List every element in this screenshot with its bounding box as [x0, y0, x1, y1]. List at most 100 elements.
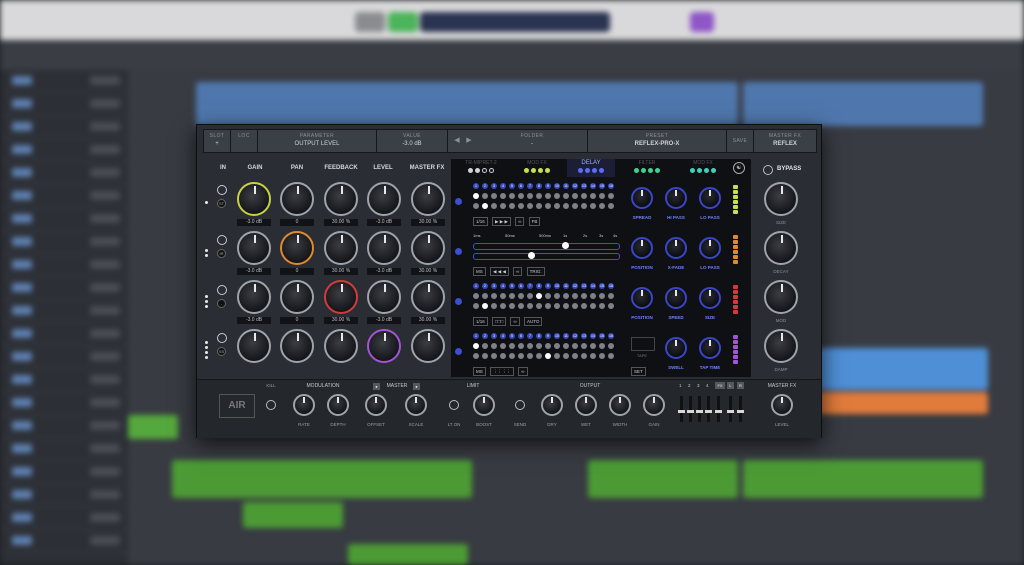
fx-tab-2[interactable]: MOD FX — [513, 159, 561, 177]
lane-3-select[interactable] — [455, 298, 462, 305]
step-button[interactable] — [590, 303, 596, 309]
fader-r[interactable] — [737, 396, 744, 422]
step-button[interactable] — [581, 343, 587, 349]
fx-button[interactable]: FX — [715, 382, 725, 389]
lane-2-time-slider-2[interactable] — [473, 252, 620, 260]
scale-knob[interactable] — [405, 394, 427, 416]
lane-4-taptime-knob[interactable] — [699, 337, 721, 359]
step-button[interactable] — [608, 193, 614, 199]
step-button[interactable] — [509, 353, 515, 359]
step-button[interactable] — [473, 293, 479, 299]
step-button[interactable] — [590, 343, 596, 349]
slot-field[interactable]: SLOT + — [204, 130, 231, 152]
level-knob-1[interactable] — [367, 182, 401, 216]
step-button[interactable] — [491, 203, 497, 209]
lane-1-hipass-knob[interactable] — [665, 187, 687, 209]
in-toggle-3[interactable] — [217, 285, 227, 295]
lane-2-play[interactable]: ◀ ◀ ◀ — [490, 267, 509, 276]
masterfx-level-knob[interactable] — [771, 394, 793, 416]
master-fx-left-button[interactable]: ● — [373, 383, 380, 390]
step-button[interactable] — [599, 193, 605, 199]
fx-tab-3[interactable]: DELAY — [567, 159, 615, 177]
step-button[interactable] — [581, 353, 587, 359]
lane-2-select[interactable] — [455, 248, 462, 255]
step-button[interactable] — [536, 193, 542, 199]
step-button[interactable] — [572, 193, 578, 199]
size-knob[interactable] — [764, 182, 798, 216]
step-button[interactable] — [482, 343, 488, 349]
lane-3-link-icon[interactable]: ∞ — [510, 317, 520, 326]
step-button[interactable] — [563, 343, 569, 349]
step-button[interactable] — [563, 203, 569, 209]
lane-1-fb[interactable]: FB — [528, 217, 541, 226]
step-button[interactable] — [500, 353, 506, 359]
lane-3-auto[interactable]: AUTO — [523, 317, 543, 326]
step-button[interactable] — [491, 293, 497, 299]
level-knob-3[interactable] — [367, 280, 401, 314]
wet-knob[interactable] — [575, 394, 597, 416]
lane-1-spread-knob[interactable] — [631, 187, 653, 209]
step-button[interactable] — [599, 353, 605, 359]
in-mode-1[interactable]: ST — [217, 199, 226, 208]
gain-knob-4[interactable] — [237, 329, 271, 363]
next-arrow-icon[interactable]: ▶ — [463, 135, 475, 147]
left-button[interactable]: L — [727, 382, 734, 389]
fader-l[interactable] — [727, 396, 734, 422]
step-button[interactable] — [554, 303, 560, 309]
gain-knob-2[interactable] — [237, 231, 271, 265]
step-button[interactable] — [536, 203, 542, 209]
step-button[interactable] — [518, 293, 524, 299]
step-button[interactable] — [545, 193, 551, 199]
lane-4-set[interactable]: SET — [631, 367, 649, 376]
feedback-knob-1[interactable] — [324, 182, 358, 216]
gain-knob[interactable] — [643, 394, 665, 416]
boost-knob[interactable] — [473, 394, 495, 416]
depth-knob[interactable] — [327, 394, 349, 416]
fader-2[interactable] — [687, 396, 694, 422]
step-button[interactable] — [527, 293, 533, 299]
step-button[interactable] — [482, 203, 488, 209]
lane-1-rate[interactable]: 1/16 — [473, 217, 488, 226]
lane-4-controls[interactable]: MS ⋮⋮⋮⋮ ∞ — [473, 367, 531, 376]
step-button[interactable] — [518, 353, 524, 359]
feedback-knob-4[interactable] — [324, 329, 358, 363]
in-toggle-2[interactable] — [217, 235, 227, 245]
step-button[interactable] — [608, 293, 614, 299]
parameter-field[interactable]: PARAMETER OUTPUT LEVEL — [258, 130, 377, 152]
gain-knob-3[interactable] — [237, 280, 271, 314]
in-toggle-1[interactable] — [217, 185, 227, 195]
step-button[interactable] — [572, 293, 578, 299]
masterfx-knob-4[interactable] — [411, 329, 445, 363]
step-button[interactable] — [545, 203, 551, 209]
step-button[interactable] — [482, 303, 488, 309]
step-button[interactable] — [473, 303, 479, 309]
lane-2-trig[interactable]: TRIG: — [526, 267, 545, 276]
master-fx-right-button[interactable]: ● — [413, 383, 420, 390]
lane-4-swell-knob[interactable] — [665, 337, 687, 359]
step-button[interactable] — [500, 203, 506, 209]
step-button[interactable] — [581, 303, 587, 309]
lane-2-lopass-knob[interactable] — [699, 237, 721, 259]
in-toggle-4[interactable] — [217, 333, 227, 343]
masterfx-knob-1[interactable] — [411, 182, 445, 216]
pan-knob-3[interactable] — [280, 280, 314, 314]
step-button[interactable] — [527, 203, 533, 209]
step-button[interactable] — [590, 353, 596, 359]
prev-arrow-icon[interactable]: ◀ — [451, 135, 463, 147]
lane-4-select[interactable] — [455, 348, 462, 355]
step-button[interactable] — [608, 203, 614, 209]
step-button[interactable] — [599, 303, 605, 309]
feedback-knob-3[interactable] — [324, 280, 358, 314]
pan-knob-4[interactable] — [280, 329, 314, 363]
lane-3-shape-icon[interactable]: □□□ — [492, 317, 507, 326]
step-button[interactable] — [563, 293, 569, 299]
step-button[interactable] — [590, 293, 596, 299]
save-button[interactable]: SAVE — [727, 130, 754, 152]
in-mode-4[interactable]: SS — [217, 347, 226, 356]
step-button[interactable] — [545, 353, 551, 359]
lane-4-set-button[interactable]: SET — [631, 367, 646, 376]
step-button[interactable] — [491, 193, 497, 199]
step-button[interactable] — [563, 193, 569, 199]
step-button[interactable] — [527, 303, 533, 309]
step-button[interactable] — [500, 343, 506, 349]
